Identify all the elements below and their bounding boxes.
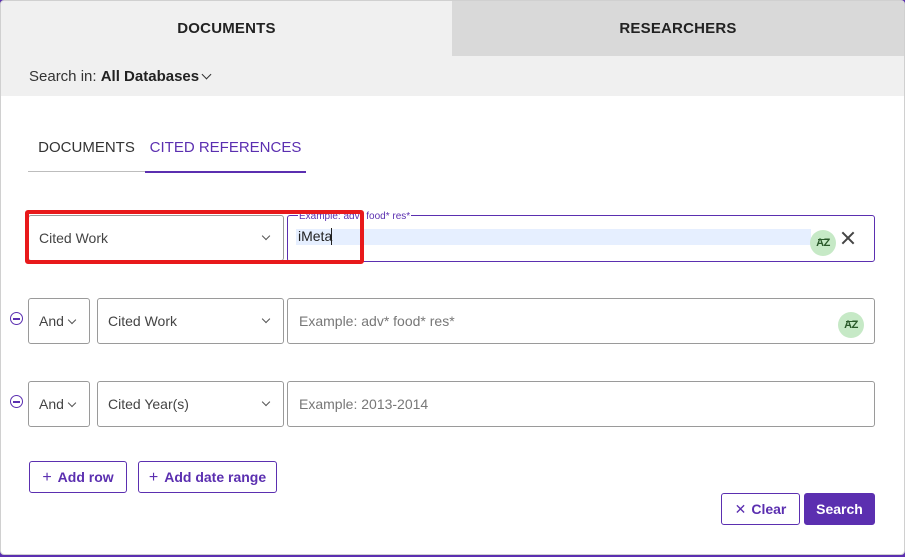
- field-select-row-3[interactable]: Cited Year(s): [97, 381, 284, 427]
- tab-documents-search[interactable]: DOCUMENTS: [28, 129, 145, 172]
- operator-value: And: [39, 396, 64, 412]
- chevron-down-icon: [201, 69, 212, 80]
- search-in-label: Search in:: [29, 68, 97, 85]
- chevron-down-icon: [261, 397, 271, 407]
- field-select-value: Cited Work: [108, 313, 177, 329]
- clear-button[interactable]: ✕ Clear: [721, 493, 800, 525]
- close-icon[interactable]: [839, 229, 857, 247]
- operator-select-row-3[interactable]: And: [28, 381, 90, 427]
- tab-cited-references[interactable]: CITED REFERENCES: [145, 129, 306, 173]
- search-in-selector[interactable]: Search in: All Databases: [29, 68, 212, 85]
- search-input-row-2[interactable]: Example: adv* food* res* AZ: [287, 298, 875, 344]
- add-date-range-button[interactable]: + Add date range: [138, 461, 277, 493]
- tab-researchers[interactable]: RESEARCHERS: [452, 1, 904, 56]
- search-panel: DOCUMENTS RESEARCHERS Search in: All Dat…: [0, 0, 905, 555]
- field-select-value: Cited Year(s): [108, 396, 189, 412]
- add-row-button[interactable]: + Add row: [29, 461, 127, 493]
- remove-row-icon[interactable]: [10, 312, 23, 325]
- tab-documents[interactable]: DOCUMENTS: [1, 1, 452, 56]
- search-in-bar: Search in: All Databases: [1, 56, 904, 96]
- top-tabs: DOCUMENTS RESEARCHERS: [1, 1, 904, 56]
- operator-value: And: [39, 313, 64, 329]
- az-index-icon[interactable]: AZ: [838, 312, 864, 338]
- database-dropdown[interactable]: All Databases: [101, 68, 199, 85]
- search-input-placeholder: Example: adv* food* res*: [299, 313, 455, 329]
- plus-icon: +: [148, 469, 159, 486]
- operator-select-row-2[interactable]: And: [28, 298, 90, 344]
- remove-row-icon[interactable]: [10, 395, 23, 408]
- annotation-highlight: [25, 210, 364, 264]
- search-button[interactable]: Search: [804, 493, 875, 525]
- autocomplete-highlight: [296, 229, 811, 245]
- field-select-row-2[interactable]: Cited Work: [97, 298, 284, 344]
- search-input-row-3[interactable]: Example: 2013-2014: [287, 381, 875, 427]
- chevron-down-icon: [261, 314, 271, 324]
- close-icon: ✕: [734, 501, 747, 517]
- chevron-down-icon: [67, 315, 77, 325]
- search-input-row-1[interactable]: Example: adv* food* res* iMeta AZ: [287, 212, 875, 262]
- az-index-icon[interactable]: AZ: [810, 230, 836, 256]
- chevron-down-icon: [67, 398, 77, 408]
- plus-icon: +: [42, 469, 52, 486]
- search-input-placeholder: Example: 2013-2014: [299, 396, 429, 412]
